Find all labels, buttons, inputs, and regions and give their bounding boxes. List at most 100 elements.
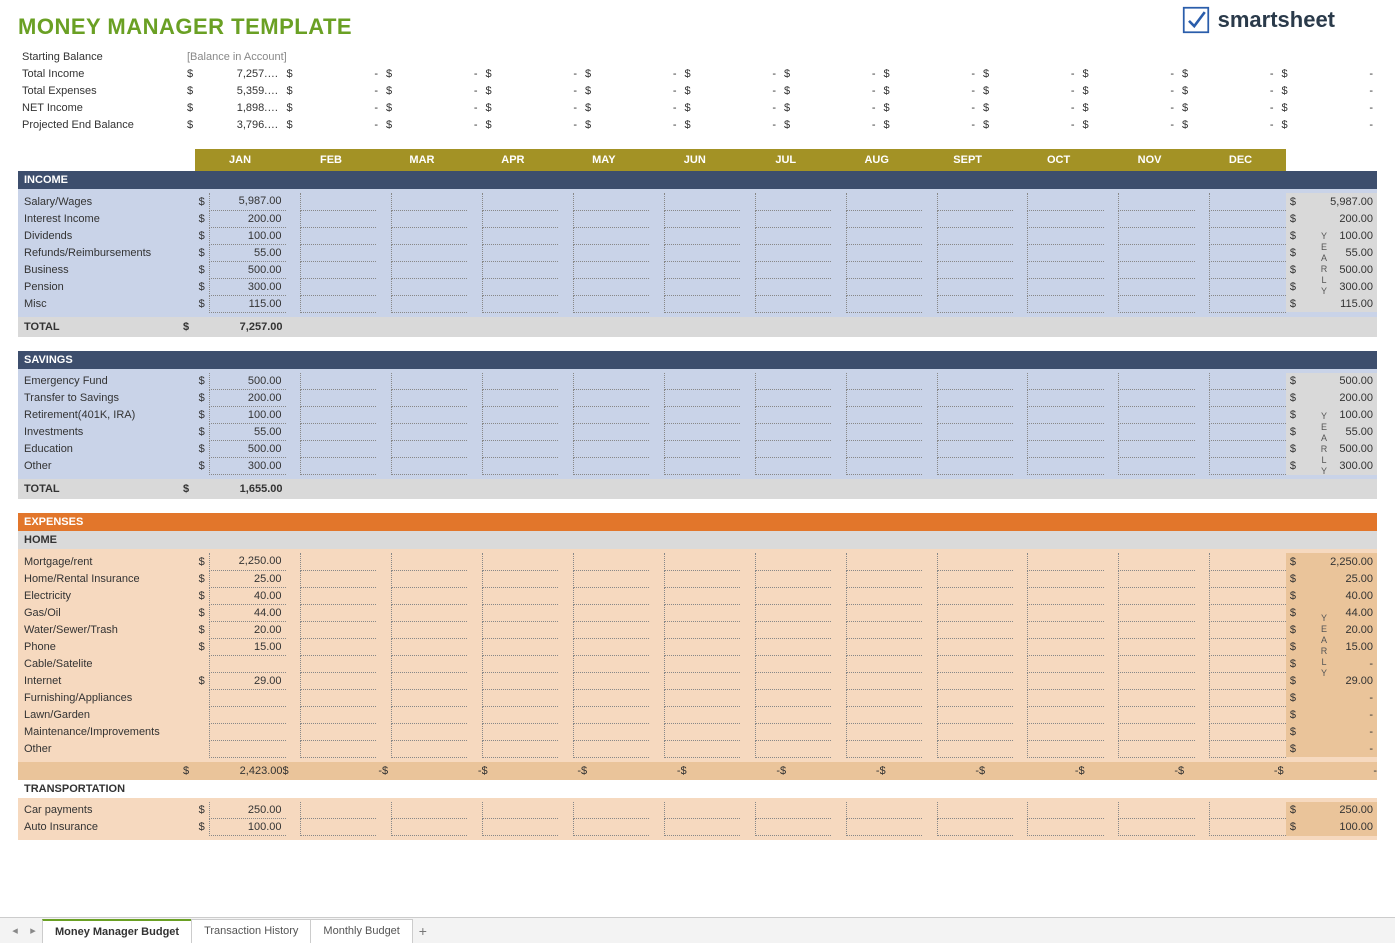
cell-value[interactable] bbox=[846, 706, 922, 723]
cell-value[interactable] bbox=[573, 553, 649, 570]
cell-value[interactable] bbox=[1210, 655, 1286, 672]
cell-value[interactable]: - bbox=[332, 99, 382, 116]
cell-value[interactable]: - bbox=[1029, 762, 1079, 780]
cell-value[interactable] bbox=[1028, 819, 1104, 836]
cell-value[interactable] bbox=[1210, 723, 1286, 740]
cell-value[interactable] bbox=[937, 278, 1013, 295]
cell-value[interactable] bbox=[1028, 672, 1104, 689]
cell-value[interactable]: - bbox=[1029, 116, 1079, 133]
cell-value[interactable] bbox=[937, 672, 1013, 689]
tab-nav-next[interactable]: ▸ bbox=[24, 922, 42, 940]
cell-value[interactable] bbox=[1028, 740, 1104, 757]
cell-value[interactable] bbox=[391, 553, 467, 570]
cell-value[interactable] bbox=[482, 819, 558, 836]
cell-value[interactable] bbox=[664, 587, 740, 604]
cell-value[interactable] bbox=[1028, 604, 1104, 621]
cell-value[interactable] bbox=[1210, 295, 1286, 312]
cell-value[interactable] bbox=[1119, 227, 1195, 244]
cell-value[interactable] bbox=[1028, 587, 1104, 604]
cell-value[interactable] bbox=[300, 424, 376, 441]
cell-value[interactable] bbox=[573, 587, 649, 604]
cell-value[interactable] bbox=[664, 441, 740, 458]
cell-value[interactable] bbox=[937, 819, 1013, 836]
cell-value[interactable] bbox=[1119, 407, 1195, 424]
cell-value[interactable] bbox=[1119, 373, 1195, 390]
cell-value[interactable] bbox=[391, 227, 467, 244]
cell-value[interactable]: - bbox=[631, 99, 681, 116]
cell-value[interactable] bbox=[937, 587, 1013, 604]
cell-value[interactable] bbox=[830, 317, 880, 337]
cell-value[interactable] bbox=[573, 672, 649, 689]
cell-value[interactable]: 100.00 bbox=[210, 227, 286, 244]
sheet-tab[interactable]: Monthly Budget bbox=[310, 919, 412, 943]
cell-value[interactable] bbox=[846, 441, 922, 458]
cell-value[interactable]: - bbox=[929, 762, 979, 780]
cell-value[interactable] bbox=[1028, 278, 1104, 295]
cell-value[interactable]: - bbox=[531, 762, 581, 780]
cell-value[interactable] bbox=[573, 424, 649, 441]
cell-value[interactable] bbox=[391, 193, 467, 210]
cell-value[interactable] bbox=[391, 638, 467, 655]
cell-value[interactable] bbox=[1028, 621, 1104, 638]
cell-value[interactable]: 5,987.00 bbox=[210, 193, 286, 210]
cell-value[interactable] bbox=[391, 373, 467, 390]
cell-value[interactable] bbox=[300, 689, 376, 706]
cell-value[interactable] bbox=[1210, 193, 1286, 210]
cell-value[interactable] bbox=[1028, 723, 1104, 740]
cell-value[interactable] bbox=[482, 621, 558, 638]
cell-value[interactable] bbox=[573, 390, 649, 407]
cell-value[interactable] bbox=[482, 227, 558, 244]
cell-value[interactable] bbox=[391, 802, 467, 819]
cell-value[interactable]: - bbox=[830, 762, 880, 780]
cell-value[interactable] bbox=[1119, 740, 1195, 757]
cell-value[interactable] bbox=[755, 373, 831, 390]
cell-value[interactable] bbox=[937, 553, 1013, 570]
cell-value[interactable] bbox=[482, 261, 558, 278]
cell-value[interactable]: - bbox=[332, 65, 382, 82]
cell-value[interactable]: - bbox=[929, 65, 979, 82]
cell-value[interactable] bbox=[391, 723, 467, 740]
cell-value[interactable] bbox=[391, 655, 467, 672]
cell-value[interactable] bbox=[1119, 244, 1195, 261]
cell-value[interactable] bbox=[730, 479, 780, 499]
cell-value[interactable] bbox=[391, 261, 467, 278]
cell-value[interactable] bbox=[300, 295, 376, 312]
cell-value[interactable]: 25.00 bbox=[210, 570, 286, 587]
cell-value[interactable]: 100.00 bbox=[210, 407, 286, 424]
cell-value[interactable] bbox=[482, 655, 558, 672]
cell-value[interactable]: 7,257.00 bbox=[233, 65, 283, 82]
cell-value[interactable]: 55.00 bbox=[210, 424, 286, 441]
cell-value[interactable] bbox=[482, 244, 558, 261]
cell-value[interactable] bbox=[391, 244, 467, 261]
cell-value[interactable] bbox=[664, 570, 740, 587]
cell-value[interactable] bbox=[300, 278, 376, 295]
cell-value[interactable] bbox=[846, 802, 922, 819]
cell-value[interactable] bbox=[937, 210, 1013, 227]
cell-value[interactable]: - bbox=[432, 116, 482, 133]
cell-value[interactable] bbox=[391, 672, 467, 689]
cell-value[interactable] bbox=[1210, 706, 1286, 723]
cell-value[interactable] bbox=[482, 424, 558, 441]
cell-value[interactable]: 7,257.00 bbox=[233, 317, 283, 337]
cell-value[interactable]: - bbox=[1327, 65, 1377, 82]
cell-value[interactable]: 200.00 bbox=[210, 390, 286, 407]
cell-value[interactable] bbox=[300, 802, 376, 819]
cell-value[interactable] bbox=[1028, 570, 1104, 587]
cell-value[interactable] bbox=[755, 570, 831, 587]
cell-value[interactable]: - bbox=[1029, 65, 1079, 82]
cell-value[interactable]: - bbox=[332, 762, 382, 780]
cell-value[interactable] bbox=[1327, 317, 1377, 337]
cell-value[interactable] bbox=[482, 604, 558, 621]
cell-value[interactable] bbox=[664, 227, 740, 244]
cell-value[interactable] bbox=[937, 655, 1013, 672]
cell-value[interactable]: - bbox=[1228, 116, 1278, 133]
cell-value[interactable] bbox=[300, 604, 376, 621]
cell-value[interactable] bbox=[1119, 638, 1195, 655]
cell-value[interactable] bbox=[664, 689, 740, 706]
cell-value[interactable] bbox=[929, 317, 979, 337]
cell-value[interactable] bbox=[432, 479, 482, 499]
cell-value[interactable] bbox=[1119, 819, 1195, 836]
cell-value[interactable] bbox=[482, 210, 558, 227]
cell-value[interactable] bbox=[1028, 373, 1104, 390]
cell-value[interactable] bbox=[664, 819, 740, 836]
